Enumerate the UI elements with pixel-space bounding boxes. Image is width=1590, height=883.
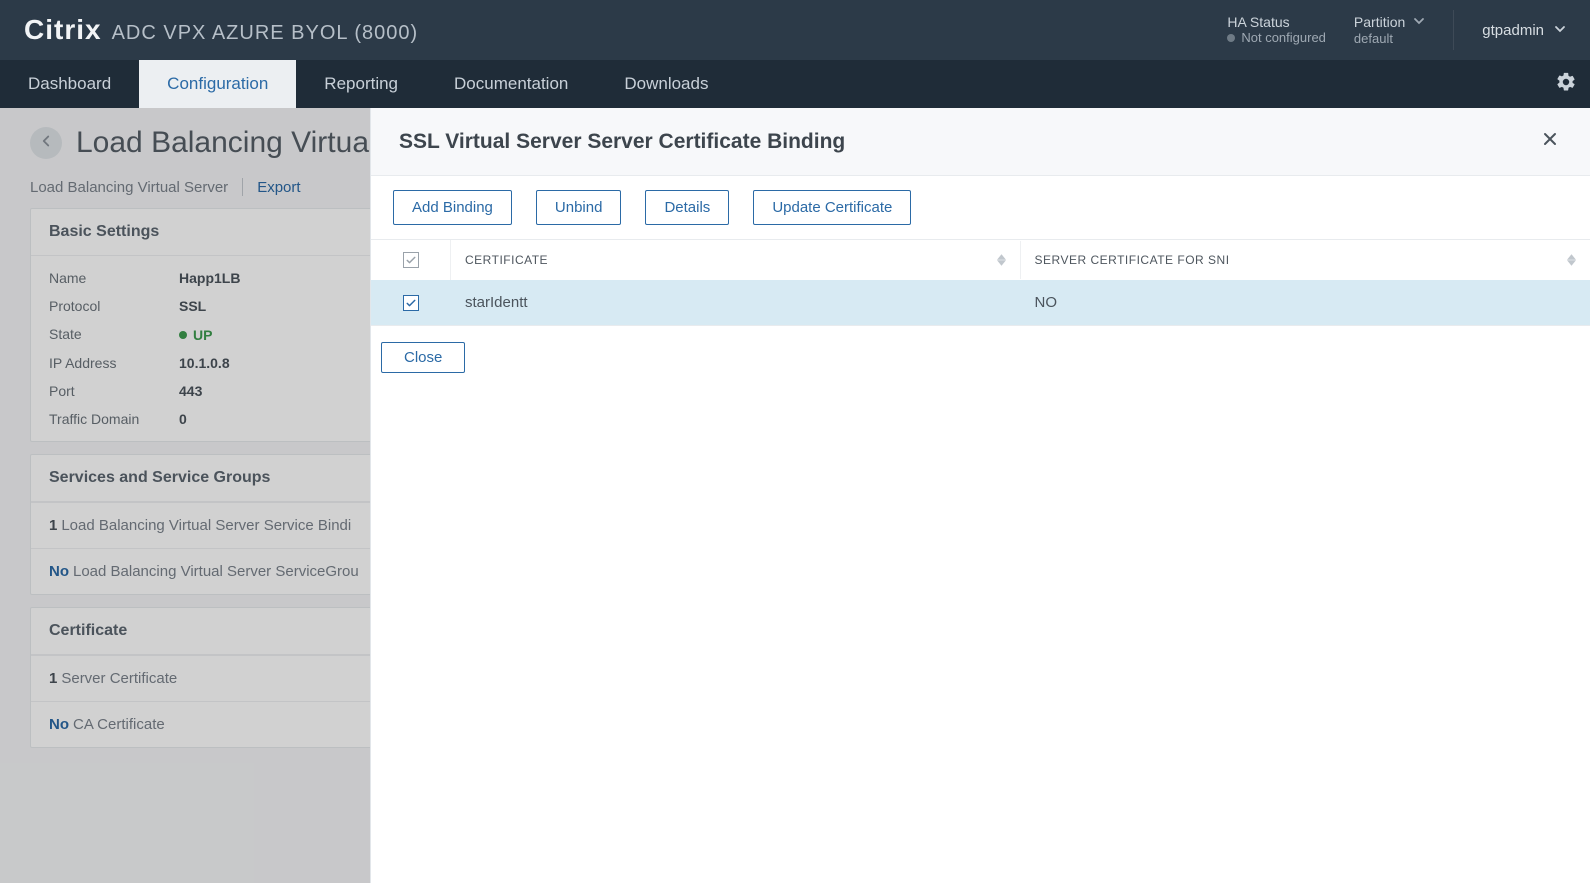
topbar-right: HA Status Not configured Partition defau… <box>1227 10 1566 50</box>
nav-reporting[interactable]: Reporting <box>296 60 426 108</box>
sort-icon <box>997 254 1006 266</box>
brand: Citrix ADC VPX AZURE BYOL (8000) <box>24 14 418 46</box>
column-sni[interactable]: SERVER CERTIFICATE FOR SNI <box>1021 241 1590 279</box>
row-checkbox[interactable] <box>403 295 419 311</box>
nav-documentation[interactable]: Documentation <box>426 60 596 108</box>
settings-button[interactable] <box>1542 60 1590 108</box>
main-nav: Dashboard Configuration Reporting Docume… <box>0 60 1590 108</box>
status-dot-icon <box>1227 34 1235 42</box>
brand-product: ADC VPX AZURE BYOL (8000) <box>112 22 419 45</box>
modal-backdrop <box>0 108 370 883</box>
nav-configuration[interactable]: Configuration <box>139 60 296 108</box>
partition-selector[interactable]: Partition default <box>1354 14 1425 46</box>
ha-status-text: Not configured <box>1241 31 1326 45</box>
topbar: Citrix ADC VPX AZURE BYOL (8000) HA Stat… <box>0 0 1590 60</box>
column-certificate[interactable]: CERTIFICATE <box>451 241 1021 279</box>
nav-downloads[interactable]: Downloads <box>596 60 736 108</box>
close-icon <box>1542 130 1558 152</box>
modal-toolbar: Add Binding Unbind Details Update Certif… <box>371 176 1590 239</box>
cell-certificate: starIdentt <box>451 280 1021 325</box>
cert-binding-modal: SSL Virtual Server Server Certificate Bi… <box>370 108 1590 883</box>
update-certificate-button[interactable]: Update Certificate <box>753 190 911 225</box>
add-binding-button[interactable]: Add Binding <box>393 190 512 225</box>
chevron-down-icon <box>1554 22 1566 39</box>
column-certificate-label: CERTIFICATE <box>465 253 548 267</box>
user-menu[interactable]: gtpadmin <box>1482 22 1566 39</box>
nav-dashboard[interactable]: Dashboard <box>0 60 139 108</box>
select-all-header <box>371 240 451 280</box>
vertical-divider <box>1453 10 1454 50</box>
table-row[interactable]: starIdentt NO <box>371 280 1590 325</box>
modal-footer: Close <box>371 326 1590 389</box>
gear-icon <box>1555 71 1577 98</box>
unbind-button[interactable]: Unbind <box>536 190 622 225</box>
details-button[interactable]: Details <box>645 190 729 225</box>
ha-status: HA Status Not configured <box>1227 15 1326 45</box>
row-select-cell <box>371 281 451 325</box>
chevron-down-icon <box>1413 14 1425 32</box>
binding-table: CERTIFICATE SERVER CERTIFICATE FOR SNI <box>371 239 1590 326</box>
sort-icon <box>1567 254 1576 266</box>
modal-close-button[interactable] <box>1538 126 1562 157</box>
modal-header: SSL Virtual Server Server Certificate Bi… <box>371 108 1590 176</box>
brand-logo: Citrix <box>24 14 102 46</box>
column-sni-label: SERVER CERTIFICATE FOR SNI <box>1035 253 1230 267</box>
cell-sni: NO <box>1021 280 1590 325</box>
table-header: CERTIFICATE SERVER CERTIFICATE FOR SNI <box>371 240 1590 280</box>
select-all-checkbox[interactable] <box>403 252 419 268</box>
modal-title: SSL Virtual Server Server Certificate Bi… <box>399 130 845 154</box>
ha-status-value: Not configured <box>1227 31 1326 45</box>
partition-value: default <box>1354 32 1425 46</box>
partition-label: Partition <box>1354 15 1405 30</box>
user-name: gtpadmin <box>1482 22 1544 39</box>
ha-status-label: HA Status <box>1227 15 1326 30</box>
close-button[interactable]: Close <box>381 342 465 373</box>
